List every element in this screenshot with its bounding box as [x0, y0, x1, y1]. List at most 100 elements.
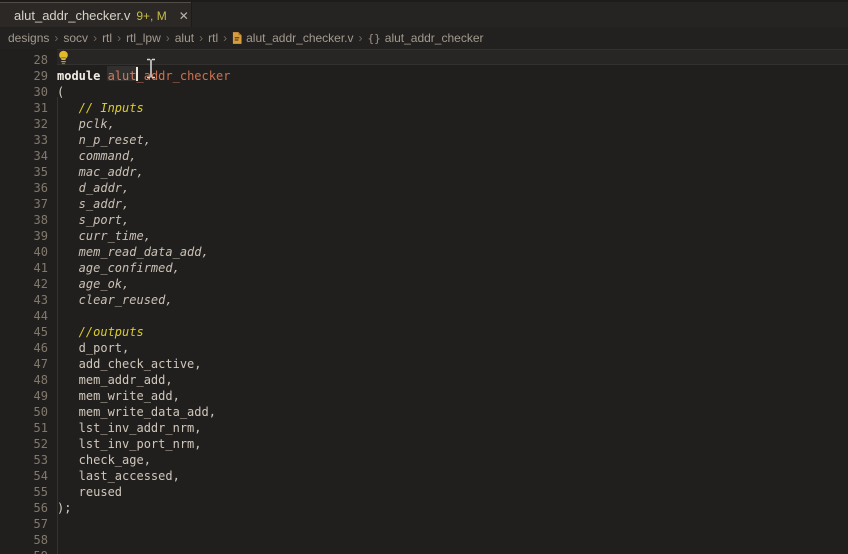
code-line-30[interactable]: 30 (	[0, 84, 848, 100]
code-text: // Inputs	[57, 100, 144, 116]
code-line-40[interactable]: 40 mem_read_data_add,	[0, 244, 848, 260]
code-line-44[interactable]: 44	[0, 308, 848, 324]
code-line-57[interactable]: 57	[0, 516, 848, 532]
code-line-51[interactable]: 51 lst_inv_addr_nrm,	[0, 420, 848, 436]
code-text: last_accessed,	[57, 468, 180, 484]
code-line-34[interactable]: 34 command,	[0, 148, 848, 164]
line-number: 54	[0, 468, 48, 484]
code-line-42[interactable]: 42 age_ok,	[0, 276, 848, 292]
code-text: clear_reused,	[57, 292, 173, 308]
line-number: 33	[0, 132, 48, 148]
code-line-45[interactable]: 45 //outputs	[0, 324, 848, 340]
line-number: 35	[0, 164, 48, 180]
code-line-49[interactable]: 49 mem_write_add,	[0, 388, 848, 404]
breadcrumb-item-alut[interactable]: alut	[175, 31, 194, 45]
code-line-38[interactable]: 38 s_port,	[0, 212, 848, 228]
mouse-ibeam-cursor	[146, 58, 156, 84]
code-line-55[interactable]: 55 reused	[0, 484, 848, 500]
line-number: 55	[0, 484, 48, 500]
code-line-41[interactable]: 41 age_confirmed,	[0, 260, 848, 276]
line-number: 41	[0, 260, 48, 276]
close-icon[interactable]: ✕	[179, 9, 189, 23]
line-number: 51	[0, 420, 48, 436]
code-text: reused	[57, 484, 122, 500]
code-text: );	[57, 500, 71, 516]
code-text: //outputs	[57, 324, 144, 340]
line-number: 30	[0, 84, 48, 100]
line-number: 53	[0, 452, 48, 468]
code-text: mac_addr,	[57, 164, 144, 180]
lightbulb-icon[interactable]	[57, 50, 70, 70]
code-text: s_port,	[57, 212, 129, 228]
code-line-36[interactable]: 36 d_addr,	[0, 180, 848, 196]
line-number: 45	[0, 324, 48, 340]
breadcrumb-item-rtl[interactable]: rtl	[102, 31, 112, 45]
verilog-file-icon	[232, 32, 242, 44]
line-number: 37	[0, 196, 48, 212]
line-number: 31	[0, 100, 48, 116]
line-number: 38	[0, 212, 48, 228]
symbol-braces-icon: {}	[368, 32, 381, 45]
breadcrumb-separator-icon: ›	[223, 31, 227, 45]
code-line-39[interactable]: 39 curr_time,	[0, 228, 848, 244]
line-number: 42	[0, 276, 48, 292]
code-editor[interactable]: 2829module alut_addr_checker30(31 // Inp…	[0, 49, 848, 554]
vscode-editor-window: alut_addr_checker.v 9+, M ✕ designs › socv…	[0, 0, 848, 554]
code-text: s_addr,	[57, 196, 129, 212]
line-number: 59	[0, 548, 48, 554]
code-text: d_addr,	[57, 180, 129, 196]
breadcrumb-item-designs[interactable]: designs	[8, 31, 49, 45]
code-line-37[interactable]: 37 s_addr,	[0, 196, 848, 212]
code-line-35[interactable]: 35 mac_addr,	[0, 164, 848, 180]
code-text: lst_inv_addr_nrm,	[57, 420, 202, 436]
code-line-48[interactable]: 48 mem_addr_add,	[0, 372, 848, 388]
code-text: mem_write_data_add,	[57, 404, 216, 420]
code-text: d_port,	[57, 340, 129, 356]
line-number: 47	[0, 356, 48, 372]
breadcrumb-item-rtl_lpw[interactable]: rtl_lpw	[126, 31, 161, 45]
code-line-33[interactable]: 33 n_p_reset,	[0, 132, 848, 148]
code-line-58[interactable]: 58	[0, 532, 848, 548]
line-number: 32	[0, 116, 48, 132]
line-number: 34	[0, 148, 48, 164]
code-line-43[interactable]: 43 clear_reused,	[0, 292, 848, 308]
line-number: 43	[0, 292, 48, 308]
breadcrumb-item-rtl[interactable]: rtl	[208, 31, 218, 45]
tab-alut-addr-checker[interactable]: alut_addr_checker.v 9+, M ✕	[0, 2, 192, 29]
line-number: 29	[0, 68, 48, 84]
code-line-54[interactable]: 54 last_accessed,	[0, 468, 848, 484]
code-line-59[interactable]: 59	[0, 548, 848, 554]
code-line-53[interactable]: 53 check_age,	[0, 452, 848, 468]
code-text: curr_time,	[57, 228, 151, 244]
code-line-47[interactable]: 47 add_check_active,	[0, 356, 848, 372]
line-number: 40	[0, 244, 48, 260]
line-number: 58	[0, 532, 48, 548]
breadcrumb-item-symbol[interactable]: {}alut_addr_checker	[368, 31, 484, 45]
breadcrumb-separator-icon: ›	[93, 31, 97, 45]
code-text: mem_read_data_add,	[57, 244, 209, 260]
breadcrumb-separator-icon: ›	[359, 31, 363, 45]
breadcrumb-separator-icon: ›	[54, 31, 58, 45]
code-line-56[interactable]: 56);	[0, 500, 848, 516]
tab-decorations-badge: 9+, M	[136, 9, 166, 23]
code-line-50[interactable]: 50 mem_write_data_add,	[0, 404, 848, 420]
word-occurrence-highlight	[107, 66, 138, 81]
code-line-32[interactable]: 32 pclk,	[0, 116, 848, 132]
code-text: add_check_active,	[57, 356, 202, 372]
breadcrumb-item-file[interactable]: alut_addr_checker.v	[232, 31, 353, 45]
line-number: 48	[0, 372, 48, 388]
breadcrumb-separator-icon: ›	[166, 31, 170, 45]
line-number: 46	[0, 340, 48, 356]
code-text: command,	[57, 148, 136, 164]
code-line-46[interactable]: 46 d_port,	[0, 340, 848, 356]
tab-filename: alut_addr_checker.v	[14, 8, 130, 23]
code-text: lst_inv_port_nrm,	[57, 436, 202, 452]
breadcrumb-item-socv[interactable]: socv	[63, 31, 88, 45]
code-text: (	[57, 84, 64, 100]
code-text: check_age,	[57, 452, 151, 468]
code-text: mem_addr_add,	[57, 372, 173, 388]
code-line-52[interactable]: 52 lst_inv_port_nrm,	[0, 436, 848, 452]
code-line-31[interactable]: 31 // Inputs	[0, 100, 848, 116]
line-number: 44	[0, 308, 48, 324]
line-number: 52	[0, 436, 48, 452]
